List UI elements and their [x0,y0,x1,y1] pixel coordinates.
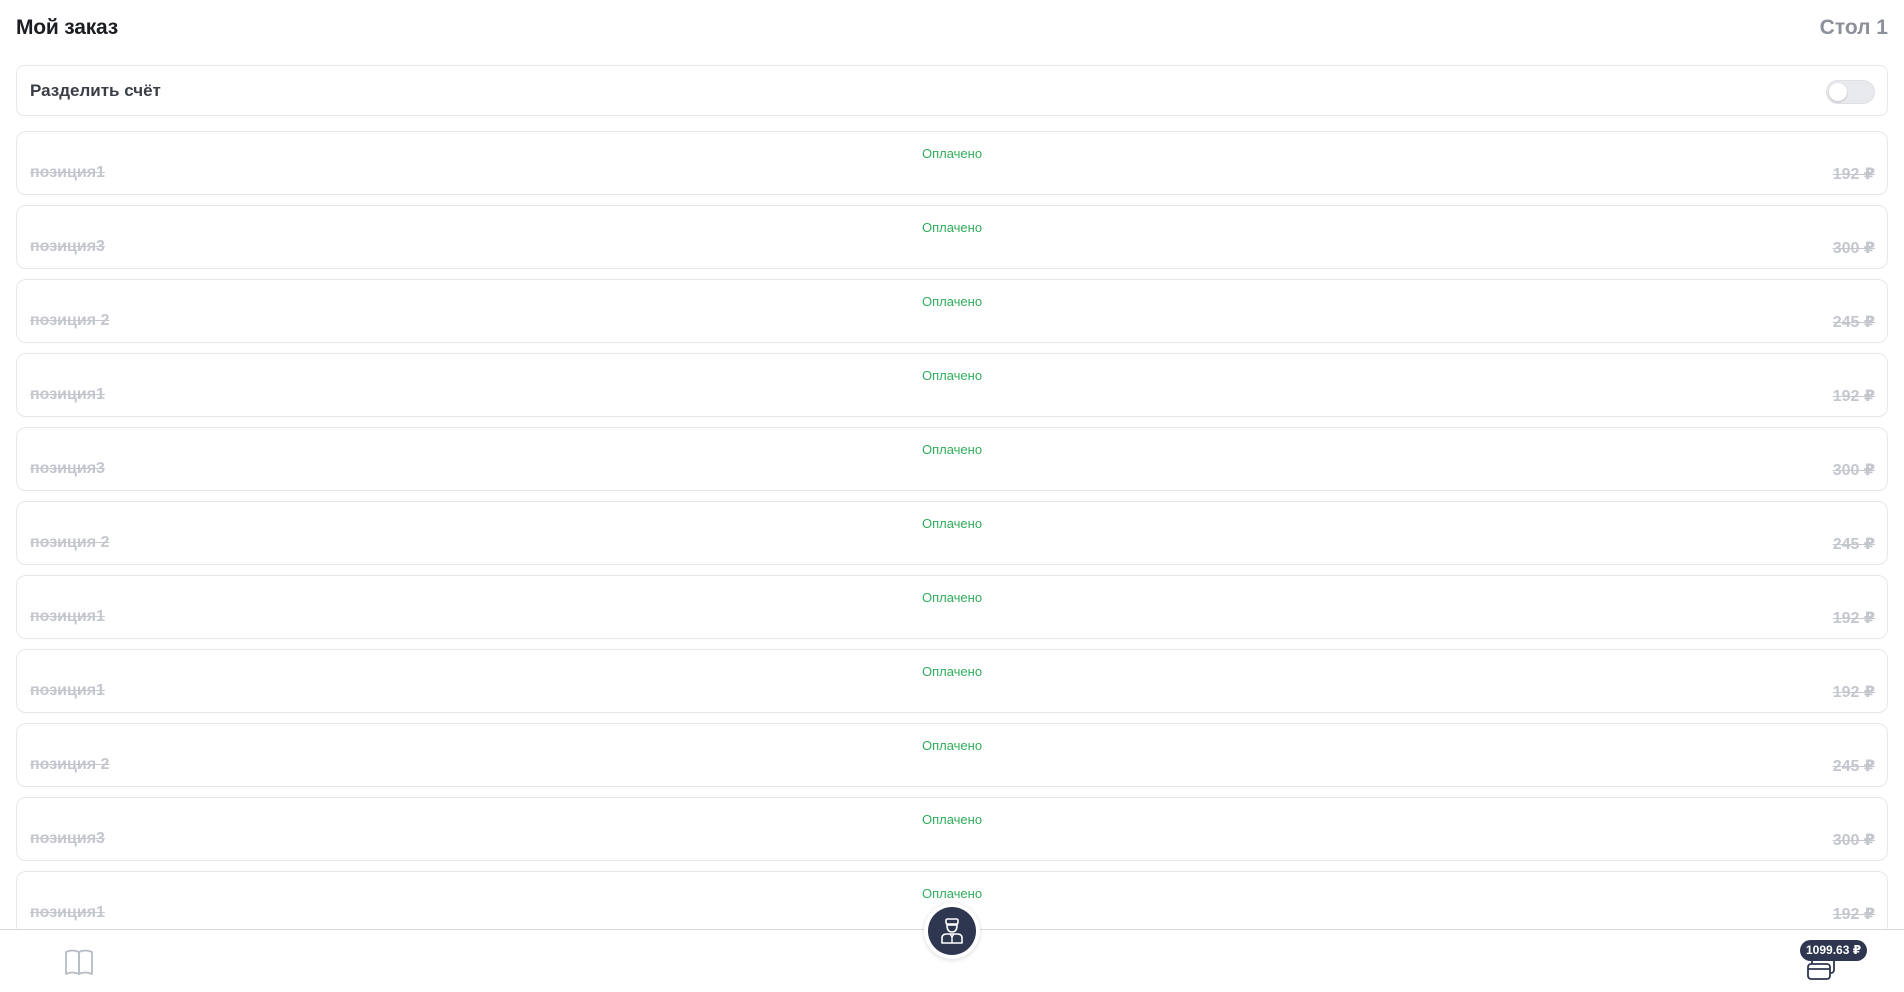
order-item: Оплачено позиция3 300 ₽ [16,205,1888,269]
item-name: позиция3 [30,830,105,847]
split-bill-row[interactable]: Разделить счёт [16,65,1888,116]
item-price: 245 ₽ [1832,536,1875,553]
item-status: Оплачено [921,442,983,457]
order-item: Оплачено позиция1 192 ₽ [16,353,1888,417]
item-price: 300 ₽ [1832,832,1875,849]
call-waiter-button[interactable] [924,903,980,959]
item-status: Оплачено [921,146,983,161]
waiter-icon [941,918,963,944]
page-title: Мой заказ [16,16,118,39]
item-price: 300 ₽ [1832,240,1875,257]
item-price: 192 ₽ [1832,684,1875,701]
split-bill-label: Разделить счёт [30,81,161,100]
item-status: Оплачено [921,368,983,383]
item-price: 300 ₽ [1832,462,1875,479]
menu-button[interactable] [62,946,96,978]
item-price: 192 ₽ [1832,166,1875,183]
order-item: Оплачено позиция3 300 ₽ [16,797,1888,861]
header: Мой заказ Стол 1 [0,0,1904,58]
item-name: позиция3 [30,460,105,477]
order-item: Оплачено позиция1 192 ₽ [16,649,1888,713]
item-price: 192 ₽ [1832,906,1875,923]
item-status: Оплачено [921,220,983,235]
item-name: позиция1 [30,608,105,625]
item-name: позиция3 [30,238,105,255]
item-price: 245 ₽ [1832,314,1875,331]
waiter-button-circle [928,907,976,955]
item-name: позиция1 [30,904,105,921]
open-book-icon [65,949,93,975]
item-name: позиция 2 [30,534,110,551]
order-item: Оплачено позиция1 192 ₽ [16,131,1888,195]
item-name: позиция1 [30,386,105,403]
item-status: Оплачено [921,812,983,827]
item-price: 245 ₽ [1832,758,1875,775]
item-status: Оплачено [921,738,983,753]
order-item: Оплачено позиция3 300 ₽ [16,427,1888,491]
split-bill-toggle[interactable] [1826,80,1875,104]
item-status: Оплачено [921,294,983,309]
item-status: Оплачено [921,590,983,605]
order-item: Оплачено позиция 2 245 ₽ [16,501,1888,565]
order-item: Оплачено позиция1 192 ₽ [16,575,1888,639]
payment-button[interactable]: 1099.63 ₽ [1798,934,1876,990]
item-status: Оплачено [921,516,983,531]
item-name: позиция1 [30,682,105,699]
item-name: позиция1 [30,164,105,181]
item-name: позиция 2 [30,756,110,773]
order-items-list: Оплачено позиция1 192 ₽ Оплачено позиция… [16,131,1888,945]
bottom-navigation-bar: 1099.63 ₽ [0,903,1904,992]
order-item: Оплачено позиция 2 245 ₽ [16,279,1888,343]
item-name: позиция 2 [30,312,110,329]
item-status: Оплачено [921,886,983,901]
item-price: 192 ₽ [1832,388,1875,405]
table-label: Стол 1 [1819,16,1888,39]
order-total-badge: 1099.63 ₽ [1800,940,1868,961]
toggle-knob [1829,83,1847,101]
item-status: Оплачено [921,664,983,679]
item-price: 192 ₽ [1832,610,1875,627]
order-item: Оплачено позиция 2 245 ₽ [16,723,1888,787]
